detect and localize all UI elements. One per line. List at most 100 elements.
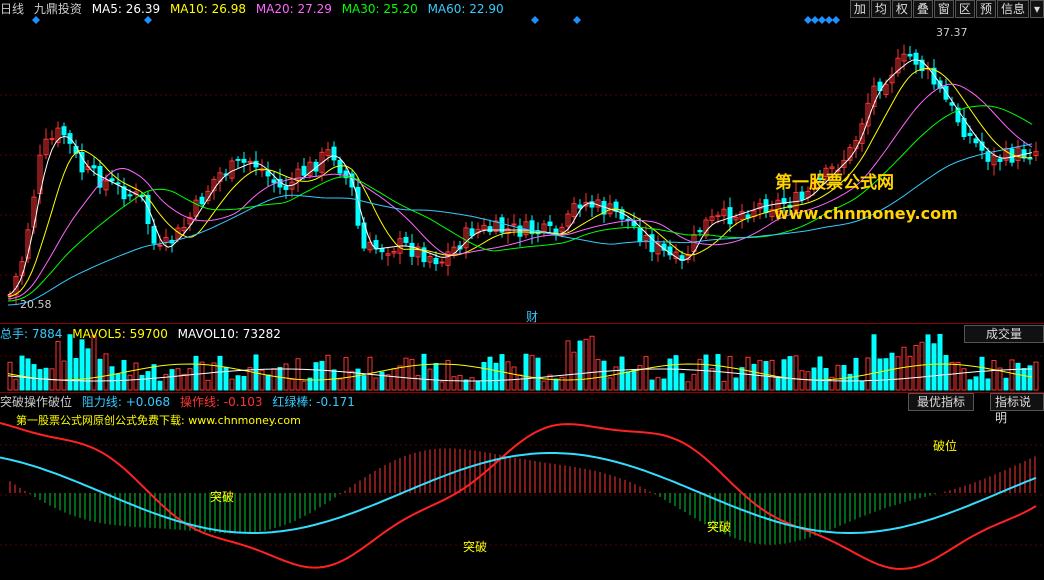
breakout-label: 突破 [463,540,488,554]
breakout-label: 突破 [707,520,732,534]
volume-bar [169,369,175,391]
candle-body [907,53,913,57]
best-indicator-button[interactable]: 最优指标 [908,393,975,411]
volume-bar [889,352,895,391]
volume-bar [151,364,157,391]
indicator-header: 突破操作破位 阻力线: +0.068 操作线: -0.103 红绿棒: -0.1… [0,393,361,411]
volume-bar [859,380,865,391]
chart-canvas [0,16,1044,570]
volume-bar [781,359,787,391]
volume-bar [55,340,61,391]
total-volume-label: 总手: 7884 [0,327,63,341]
candle-body [637,227,643,242]
volume-bar [187,368,193,391]
candle-body [967,132,973,137]
volume-bar [811,367,817,391]
volume-bar [463,379,469,391]
volume-bar [259,369,265,391]
candle-body [403,236,409,243]
volume-bar [277,367,283,391]
volume-bar [817,356,823,391]
high-price-label: 37.37 [936,26,968,39]
volume-bar [493,362,499,391]
volume-bar [913,344,919,391]
volume-bar [1033,361,1039,391]
volume-bar [235,375,241,391]
volume-bar [991,360,997,391]
volume-bar [337,378,343,391]
volume-bar [283,363,289,391]
candle-body [913,52,919,65]
candle-body [727,207,733,225]
volume-bar [25,358,31,391]
volume-bar [673,355,679,391]
volume-bar [1003,377,1009,391]
candle-body [61,126,67,136]
volume-bar [373,377,379,391]
volume-bar [667,358,673,391]
volume-bar [331,369,337,391]
volume-bar [949,361,955,391]
volume-bar [661,378,667,391]
candle-body [511,223,517,226]
volume-bar [631,369,637,391]
volume-bar [703,354,709,391]
volume-bar [181,373,187,391]
volume-bar [421,353,427,391]
volume-bar [535,357,541,391]
candle-body [613,201,619,212]
signal-diamond-icon [804,16,812,24]
volume-bar [451,376,457,391]
volume-bar [967,379,973,391]
volume-bar [715,354,721,391]
volume-bar [175,368,181,391]
breakout-label: 突破 [210,490,235,504]
volume-bar [595,358,601,391]
candle-body [253,160,259,168]
volume-bar [133,362,139,391]
volume-bar [547,374,553,391]
volume-bar [895,356,901,391]
candle-body [577,204,583,209]
volume-bar [121,360,127,391]
volume-bar [469,377,475,391]
volume-bar [745,356,751,391]
volume-bar [361,375,367,391]
volume-bar [217,355,223,391]
volume-bar [91,334,97,391]
candle-body [283,185,289,191]
volume-bar [739,367,745,391]
candle-body [241,158,247,163]
volume-bar [577,340,583,391]
volume-bar [625,371,631,391]
volume-bar [325,354,331,391]
indicator-help-button[interactable]: 指标说明 [990,393,1044,425]
volume-bar [835,364,841,391]
volume-bar [481,362,487,391]
volume-bar [403,357,409,391]
candle-body [997,158,1003,162]
volume-bar [115,373,121,391]
volume-bar [805,371,811,391]
volume-bar [721,380,727,391]
volume-bar [589,335,595,391]
volume-bar [523,353,529,391]
candle-body [157,244,163,247]
volume-bar [319,360,325,391]
volume-bar [241,376,247,391]
volume-bar [139,374,145,391]
volume-bar [871,334,877,391]
volume-tab[interactable]: 成交量 [964,325,1044,343]
volume-bar [415,375,421,391]
mavol10-label: MAVOL10: 73282 [177,327,281,341]
volume-bar [901,346,907,391]
candle-body [529,220,535,235]
candle-body [271,179,277,184]
volume-bar [301,380,307,391]
volume-bar [529,354,535,391]
price-volume-divider [0,323,1044,324]
volume-bar [505,361,511,391]
operate-label: 操作线: -0.103 [179,395,263,409]
volume-bar [853,357,859,391]
watermark-title: 第一股票公式网 [775,173,894,193]
